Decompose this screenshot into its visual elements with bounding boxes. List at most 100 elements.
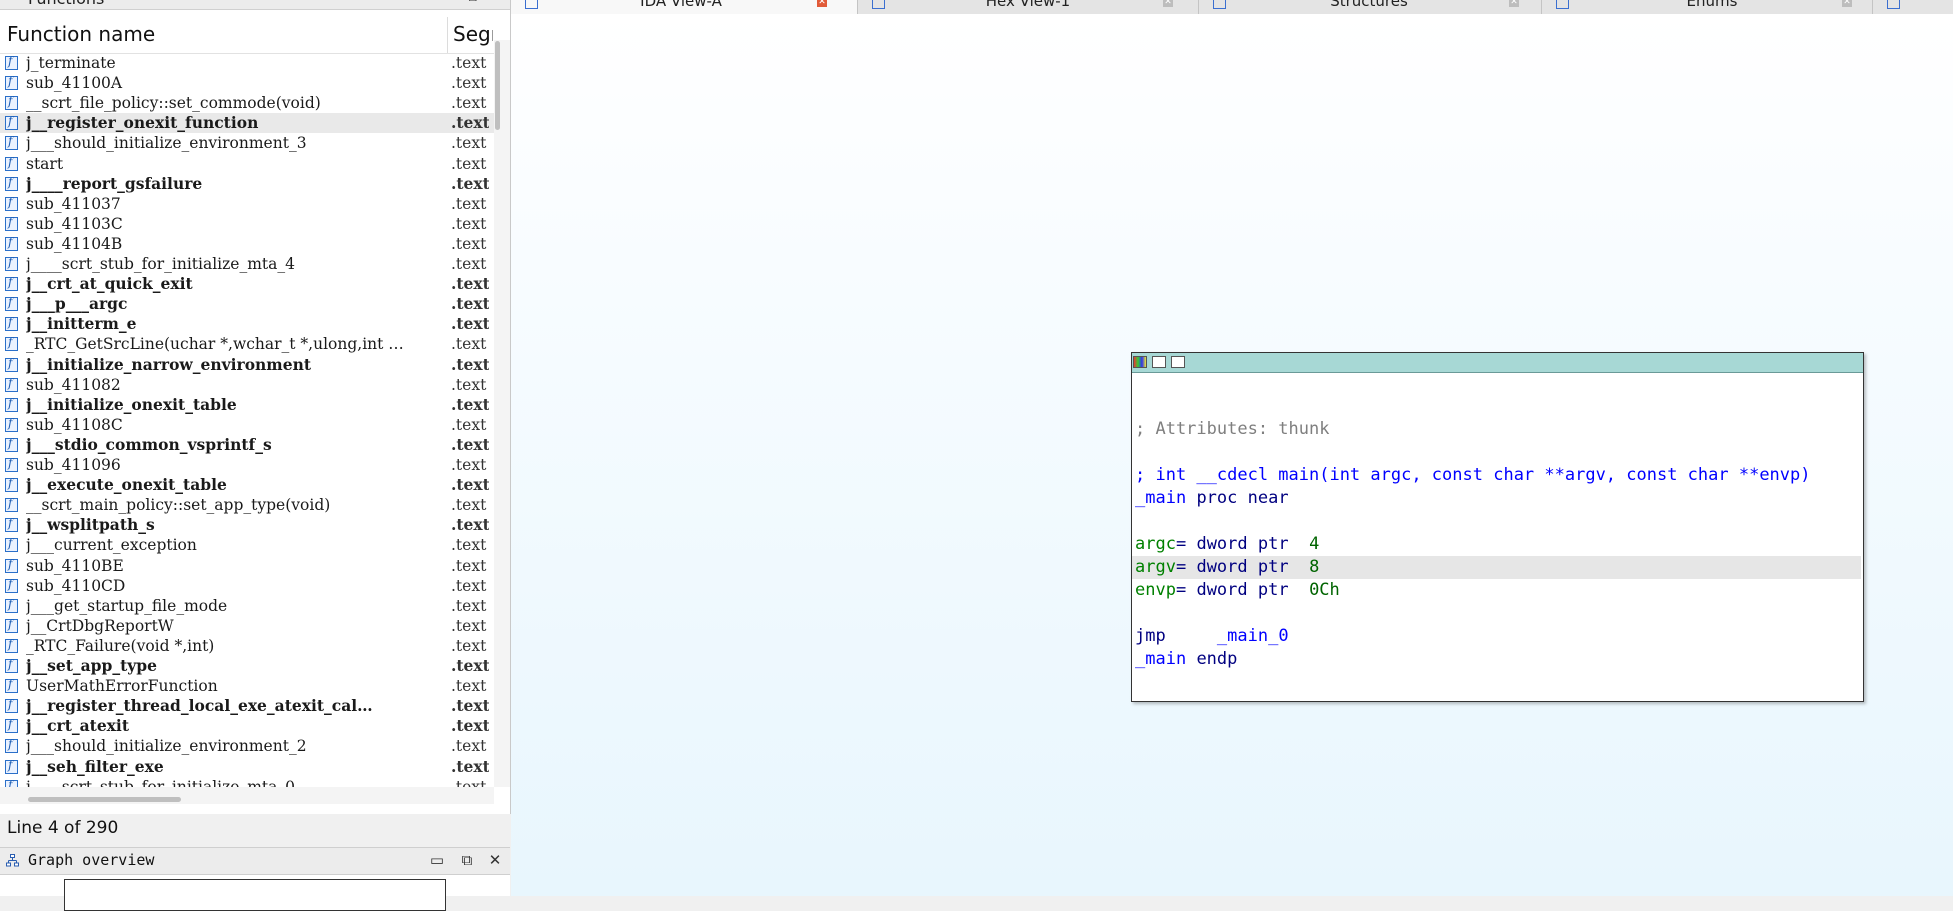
function-row[interactable]: j__initterm_e .text <box>0 314 494 334</box>
graph-overview-viewport[interactable] <box>64 879 446 911</box>
restore-icon[interactable]: ⧉ <box>458 851 476 869</box>
var-name[interactable]: envp <box>1135 580 1176 600</box>
graph-node-header[interactable] <box>1132 353 1863 373</box>
close-icon[interactable]: ✕ <box>1842 0 1852 7</box>
function-row[interactable]: sub_4110BE .text <box>0 556 494 576</box>
function-row[interactable]: j___current_exception .text <box>0 535 494 555</box>
function-name: j___should_initialize_environment_2 <box>26 737 307 756</box>
tab-enums[interactable]: Enums ✕ <box>1542 0 1873 14</box>
function-row[interactable]: j___p___argc .text <box>0 294 494 314</box>
function-icon <box>5 557 18 573</box>
function-row[interactable]: j___stdio_common_vsprintf_s .text <box>0 435 494 455</box>
function-icon <box>5 717 18 734</box>
graph-node-main[interactable]: ; Attributes: thunk ; int __cdecl main(i… <box>1131 352 1864 702</box>
function-icon <box>5 94 18 111</box>
function-name: sub_411037 <box>26 194 121 213</box>
tab-label: Structures <box>1330 0 1408 10</box>
edit-icon[interactable] <box>1152 356 1166 368</box>
function-row[interactable]: j___should_initialize_environment_2 .text <box>0 736 494 756</box>
function-row[interactable]: j____scrt_stub_for_initialize_mta_4 .text <box>0 254 494 274</box>
maximize-icon[interactable]: ▭ <box>428 851 446 869</box>
maximize-icon[interactable]: ▭ <box>440 0 458 7</box>
tab-hex-view-1[interactable]: Hex View-1 ✕ <box>858 0 1199 14</box>
function-row[interactable]: j___should_initialize_environment_3 .text <box>0 133 494 153</box>
function-icon <box>5 677 18 694</box>
vertical-scrollbar-thumb[interactable] <box>495 41 500 130</box>
function-row[interactable]: sub_411037 .text <box>0 194 494 214</box>
column-segment[interactable]: Segment <box>453 22 493 46</box>
function-row[interactable]: sub_411096 .text <box>0 455 494 475</box>
proc-name[interactable]: _main <box>1135 488 1186 508</box>
function-row[interactable]: sub_411082 .text <box>0 375 494 395</box>
function-row[interactable]: sub_41100A .text <box>0 73 494 93</box>
function-segment: .text <box>451 456 487 474</box>
close-icon[interactable]: ✕ <box>1509 0 1519 7</box>
function-row[interactable]: _RTC_GetSrcLine(uchar *,wchar_t *,ulong,… <box>0 334 494 354</box>
function-name: j___stdio_common_vsprintf_s <box>26 434 272 454</box>
disassembly-code[interactable]: ; Attributes: thunk ; int __cdecl main(i… <box>1132 418 1861 671</box>
var-line: envp= dword ptr 0Ch <box>1135 579 1861 602</box>
function-segment: .text <box>451 194 487 213</box>
function-row[interactable]: j____scrt_stub_for_initialize_mta_0 .text <box>0 777 494 787</box>
column-divider[interactable] <box>447 17 448 53</box>
function-segment: .text <box>451 54 487 72</box>
function-row[interactable]: __scrt_main_policy::set_app_type(void) .t… <box>0 495 494 515</box>
function-row[interactable]: j___get_startup_file_mode .text <box>0 596 494 616</box>
function-row[interactable]: UserMathErrorFunction .text <box>0 676 494 696</box>
function-row[interactable]: __scrt_file_policy::set_commode(void) .te… <box>0 93 494 113</box>
horizontal-scrollbar-thumb[interactable] <box>28 797 181 802</box>
function-name: sub_41108C <box>26 415 123 434</box>
ida-view-icon <box>525 0 538 9</box>
function-icon <box>5 476 18 493</box>
function-row[interactable]: start .text <box>0 154 494 174</box>
function-name: __scrt_main_policy::set_app_type(void) <box>26 496 331 515</box>
function-row[interactable]: sub_4110CD .text <box>0 576 494 596</box>
function-row[interactable]: j__seh_filter_exe .text <box>0 757 494 777</box>
function-row[interactable]: j__set_app_type .text <box>0 656 494 676</box>
color-icon[interactable] <box>1133 356 1147 368</box>
close-icon[interactable]: ✕ <box>487 0 505 7</box>
functions-list[interactable]: j_terminate.textsub_41100A.text__scrt_fi… <box>0 53 494 787</box>
restore-icon[interactable]: ⧉ <box>463 0 481 7</box>
var-name[interactable]: argc <box>1135 534 1176 554</box>
column-function-name[interactable]: Function name <box>7 22 155 46</box>
function-row[interactable]: j__register_onexit_function .text <box>0 113 494 134</box>
tab-structures[interactable]: Structures ✕ <box>1199 0 1542 14</box>
function-name: _RTC_Failure(void *,int) <box>26 636 215 655</box>
close-icon[interactable]: ✕ <box>486 851 504 869</box>
function-row[interactable]: j____report_gsfailure .text <box>0 174 494 194</box>
endp-name[interactable]: _main <box>1135 649 1186 669</box>
instr-target[interactable]: _main_0 <box>1217 626 1289 646</box>
function-row[interactable]: j__execute_onexit_table .text <box>0 475 494 495</box>
close-icon[interactable]: ✕ <box>817 0 827 7</box>
close-icon[interactable]: ✕ <box>1163 0 1173 7</box>
function-row[interactable]: j__wsplitpath_s .text <box>0 515 494 535</box>
function-icon <box>5 617 18 633</box>
function-segment: .text <box>451 294 489 314</box>
function-row[interactable]: j__register_thread_local_exe_atexit_cal…… <box>0 696 494 716</box>
function-row[interactable]: j__crt_atexit .text <box>0 716 494 736</box>
function-row[interactable]: j__initialize_onexit_table .text <box>0 395 494 415</box>
function-row[interactable]: j__crt_at_quick_exit .text <box>0 274 494 294</box>
function-name: j__register_onexit_function <box>26 113 259 133</box>
function-row[interactable]: sub_41108C .text <box>0 415 494 435</box>
function-name: sub_41103C <box>26 214 123 233</box>
var-name[interactable]: argv <box>1135 557 1176 577</box>
function-row[interactable]: sub_41103C .text <box>0 214 494 234</box>
vertical-scrollbar[interactable] <box>494 40 510 787</box>
function-icon <box>5 275 18 292</box>
function-segment: .text <box>451 214 487 233</box>
function-row[interactable]: sub_41104B .text <box>0 234 494 254</box>
var-eq: = <box>1175 557 1187 577</box>
function-row[interactable]: j__initialize_narrow_environment .text <box>0 355 494 375</box>
function-name: j_terminate <box>26 54 116 72</box>
function-row[interactable]: j_terminate .text <box>0 53 494 73</box>
function-row[interactable]: _RTC_Failure(void *,int) .text <box>0 636 494 656</box>
function-icon <box>5 335 18 352</box>
function-segment: .text <box>451 113 489 133</box>
function-row[interactable]: j__CrtDbgReportW .text <box>0 616 494 636</box>
group-icon[interactable] <box>1171 356 1185 368</box>
tab-more[interactable] <box>1873 0 1953 14</box>
functions-title: Functions <box>28 0 104 8</box>
tab-ida-view-a[interactable]: IDA View-A ✕ <box>511 0 858 14</box>
